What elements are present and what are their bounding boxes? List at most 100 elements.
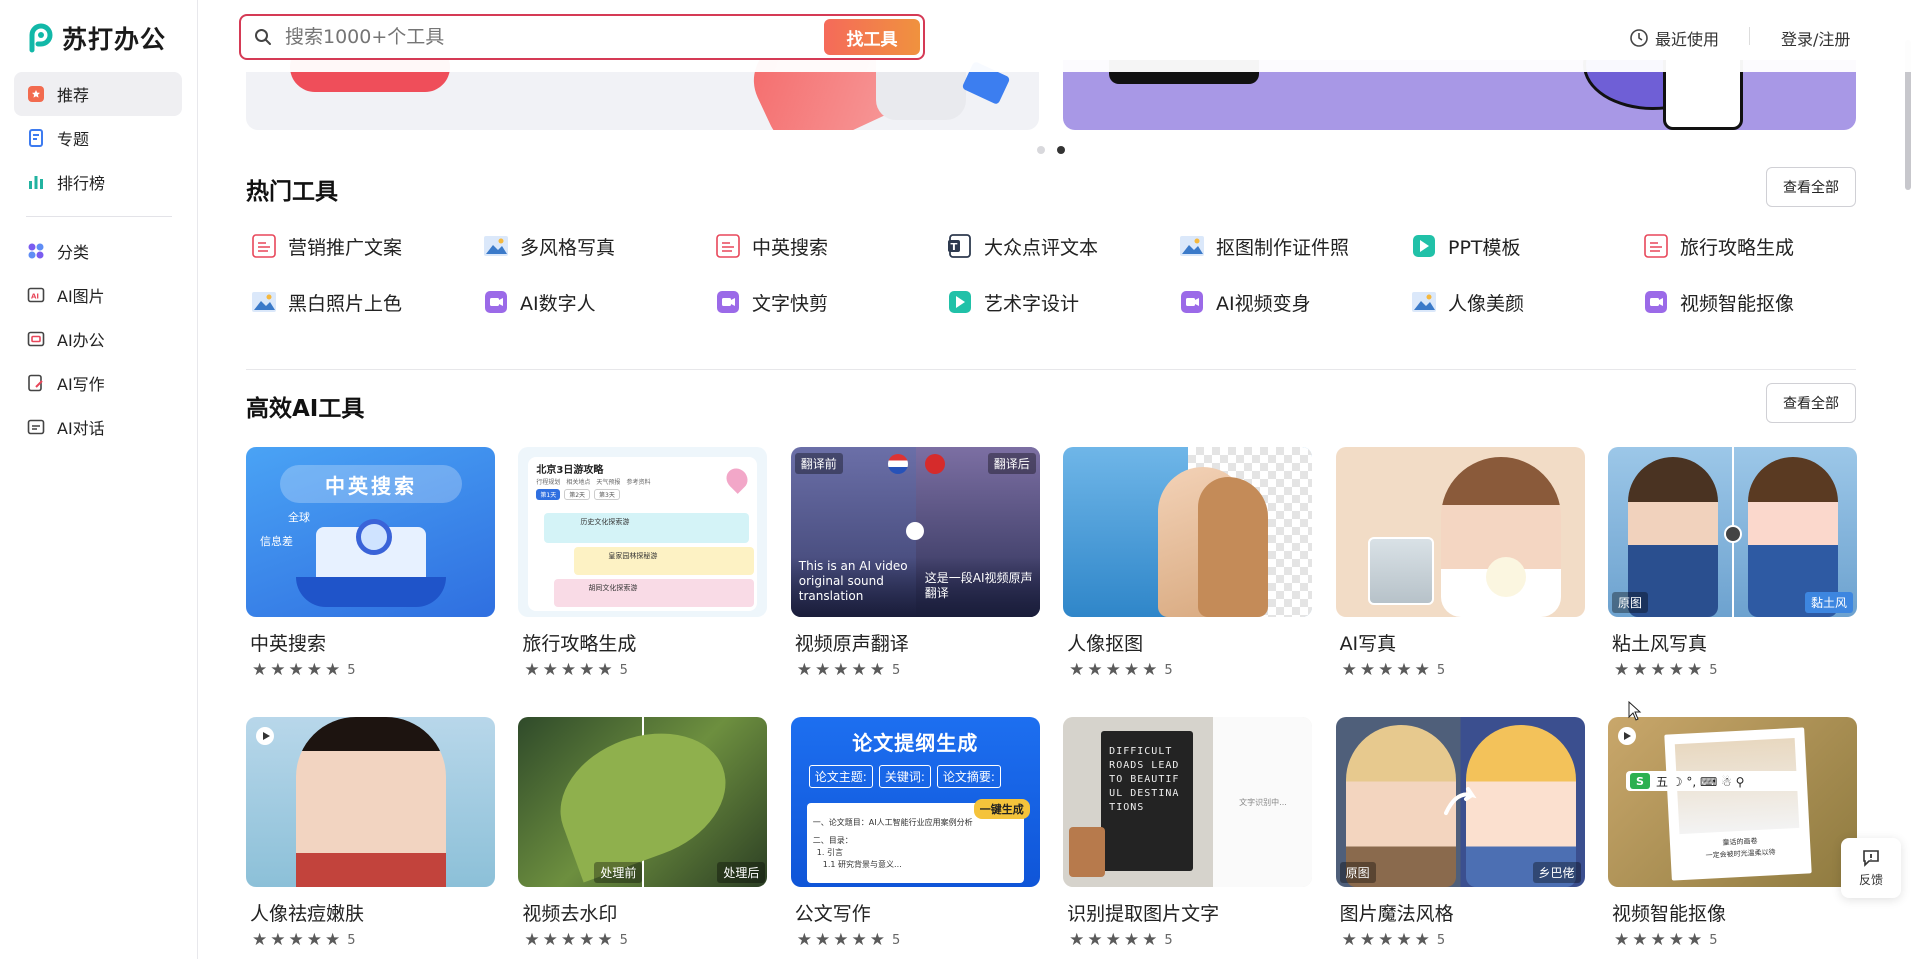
video-icon — [1178, 288, 1206, 316]
card-thumbnail — [246, 717, 495, 887]
recent-use-button[interactable]: 最近使用 — [1629, 26, 1719, 50]
hot-tool-item[interactable]: T 大众点评文本 — [946, 230, 1178, 262]
tool-card[interactable]: 翻译前 翻译后 This is an AI video original sou… — [790, 447, 1040, 679]
tool-card[interactable]: 人像祛痘嫩肤 ★ ★ ★ ★ ★ 5 — [246, 717, 495, 949]
hot-tool-item[interactable]: 多风格写真 — [482, 230, 714, 262]
star-icon: ★ — [288, 930, 304, 950]
compare-handle-icon — [905, 522, 924, 540]
tool-card[interactable]: 原图 黏土风 粘土风写真 ★ ★ ★ ★ ★ 5 — [1607, 447, 1857, 679]
hot-tool-item[interactable]: 文字快剪 — [714, 286, 946, 318]
tool-card[interactable]: 中英搜索 全球 信息差 中英搜索 ★ ★ ★ ★ ★ 5 — [246, 447, 495, 679]
sidebar-item-category[interactable]: 分类 — [14, 229, 182, 273]
thumb-result-panel: 文字识别中... — [1213, 717, 1313, 887]
star-icon: ★ — [1378, 930, 1394, 950]
star-icon: ★ — [1650, 930, 1666, 950]
hot-tool-label: 中英搜索 — [752, 236, 829, 259]
sidebar-item-topic[interactable]: 专题 — [14, 116, 182, 160]
image-icon — [1410, 288, 1438, 316]
star-icon: ★ — [560, 660, 577, 680]
rating-value: 5 — [892, 663, 901, 678]
hot-tool-item[interactable]: AI数字人 — [482, 286, 714, 318]
star-icon: ★ — [851, 930, 867, 950]
card-thumbnail: 中英搜索 全球 信息差 — [246, 447, 495, 617]
mouse-cursor-icon — [1628, 701, 1642, 721]
thumb-row: 历史文化探索游 — [544, 513, 750, 543]
tool-card[interactable]: 北京3日游攻略 行程规划 相关地点 天气预报 参考资料 第1天 第2天 第3天 … — [518, 447, 768, 679]
ai-writing-icon — [28, 374, 43, 392]
sidebar-item-label: AI图片 — [57, 287, 105, 306]
play-icon — [256, 727, 274, 745]
hair-shape — [1198, 477, 1269, 617]
tool-card[interactable]: 处理前 处理后 视频去水印 ★ ★ ★ ★ ★ 5 — [518, 717, 768, 949]
star-icon: ★ — [1069, 930, 1085, 950]
sidebar-item-ai-office[interactable]: AI办公 — [14, 317, 182, 361]
thumb-illustration — [296, 577, 446, 607]
sidebar-item-ai-chat[interactable]: AI对话 — [14, 405, 182, 449]
tool-card[interactable]: 人像抠图 ★ ★ ★ ★ ★ 5 — [1063, 447, 1313, 679]
card-rating: ★ ★ ★ ★ ★ 5 — [518, 662, 767, 679]
star-icon: ★ — [796, 930, 813, 950]
thumb-doc-line: 1. 引言 — [816, 848, 843, 857]
search-button[interactable]: 找工具 — [824, 19, 920, 55]
hot-tool-item[interactable]: 中英搜索 — [714, 230, 946, 262]
generate-badge: 一键生成 — [973, 799, 1030, 819]
tool-card[interactable]: AI写真 ★ ★ ★ ★ ★ 5 — [1335, 447, 1585, 679]
tool-card[interactable]: 原图 乡巴佬 图片魔法风格 ★ ★ ★ ★ ★ 5 — [1335, 717, 1585, 950]
hot-tool-label: 视频智能抠像 — [1680, 292, 1795, 315]
section-divider — [246, 369, 1856, 370]
star-icon: ★ — [1613, 930, 1630, 950]
rating-value: 5 — [619, 933, 628, 948]
logo[interactable]: 苏打办公 — [26, 20, 166, 56]
text-doc-icon: T — [946, 232, 974, 260]
hot-tool-label: AI数字人 — [520, 292, 596, 315]
sidebar-item-ai-writing[interactable]: AI写作 — [14, 361, 182, 405]
thumb-doc-line: 1.1 研究背景与意义... — [822, 860, 902, 869]
caption-chinese: 这是一段AI视频原声翻译 — [924, 571, 1033, 600]
thumb-row-text: 皇家园林探秘游 — [608, 552, 658, 560]
card-title: 图片魔法风格 — [1339, 903, 1454, 925]
hot-tool-item[interactable]: 黑白照片上色 — [250, 286, 482, 318]
login-register-link[interactable]: 登录/注册 — [1781, 26, 1850, 50]
ai-image-icon: AI — [27, 287, 45, 303]
thumb-row: 胡同文化探索游 — [554, 579, 755, 607]
hot-tool-item[interactable]: 旅行攻略生成 — [1642, 230, 1874, 262]
pdf-icon — [1642, 232, 1670, 260]
hot-tool-item[interactable]: AI视频变身 — [1178, 286, 1410, 318]
thumb-field: 论文摘要: — [936, 765, 1001, 788]
sidebar-item-label: AI对话 — [57, 419, 105, 438]
sidebar-item-ranking[interactable]: 排行榜 — [14, 160, 182, 204]
star-icon: ★ — [869, 930, 886, 950]
card-rating: ★ ★ ★ ★ ★ 5 — [1336, 662, 1585, 679]
star-icon: ★ — [1378, 660, 1394, 680]
carousel-dot[interactable] — [1037, 146, 1045, 154]
image-icon — [1178, 232, 1206, 260]
thumb-field: 论文主题: — [808, 765, 873, 788]
sidebar-item-recommend[interactable]: 推荐 — [14, 72, 182, 116]
hot-tool-item[interactable]: 人像美颜 — [1410, 286, 1642, 318]
hot-tool-label: 艺术字设计 — [984, 292, 1080, 315]
clock-icon — [1630, 29, 1648, 47]
ai-tools-view-all-button[interactable]: 查看全部 — [1766, 383, 1856, 423]
hot-tool-item[interactable]: PPT模板 — [1410, 230, 1642, 262]
carousel-dot-active[interactable] — [1057, 146, 1065, 154]
star-icon: ★ — [306, 660, 322, 680]
hot-tool-item[interactable]: 营销推广文案 — [250, 230, 482, 262]
hot-tool-item[interactable]: 抠图制作证件照 — [1178, 230, 1410, 262]
card-rating: ★ ★ ★ ★ ★ 5 — [1608, 932, 1857, 949]
tool-card[interactable]: DIFFICULT ROADS LEAD TO BEAUTIFUL DESTIN… — [1063, 717, 1313, 950]
hot-tool-item[interactable]: 视频智能抠像 — [1642, 286, 1874, 318]
feedback-button[interactable]: 反馈 — [1841, 838, 1901, 898]
star-icon: ★ — [542, 660, 558, 680]
star-icon: ★ — [1341, 930, 1357, 950]
logo-text: 苏打办公 — [62, 25, 167, 54]
sidebar-item-ai-image[interactable]: AI AI图片 — [14, 273, 182, 317]
search-input[interactable] — [241, 16, 923, 58]
hot-tools-view-all-button[interactable]: 查看全部 — [1766, 167, 1856, 207]
tool-card[interactable]: 童话的画卷 一定会被时光温柔以待 S 五 ☽ °, ⌨ ☃ ⚲ 视频智能抠像 ★… — [1607, 717, 1857, 949]
hot-tool-label: 人像美颜 — [1448, 292, 1525, 315]
rating-value: 5 — [1709, 933, 1718, 948]
tool-card[interactable]: 论文提纲生成 论文主题: 关键词: 论文摘要: 一键生成 一、论文题目：AI人工… — [790, 717, 1040, 950]
card-rating: ★ ★ ★ ★ ★ 5 — [1608, 662, 1857, 679]
hot-tool-item[interactable]: 艺术字设计 — [946, 286, 1178, 318]
thumb-day: 第3天 — [594, 489, 620, 500]
